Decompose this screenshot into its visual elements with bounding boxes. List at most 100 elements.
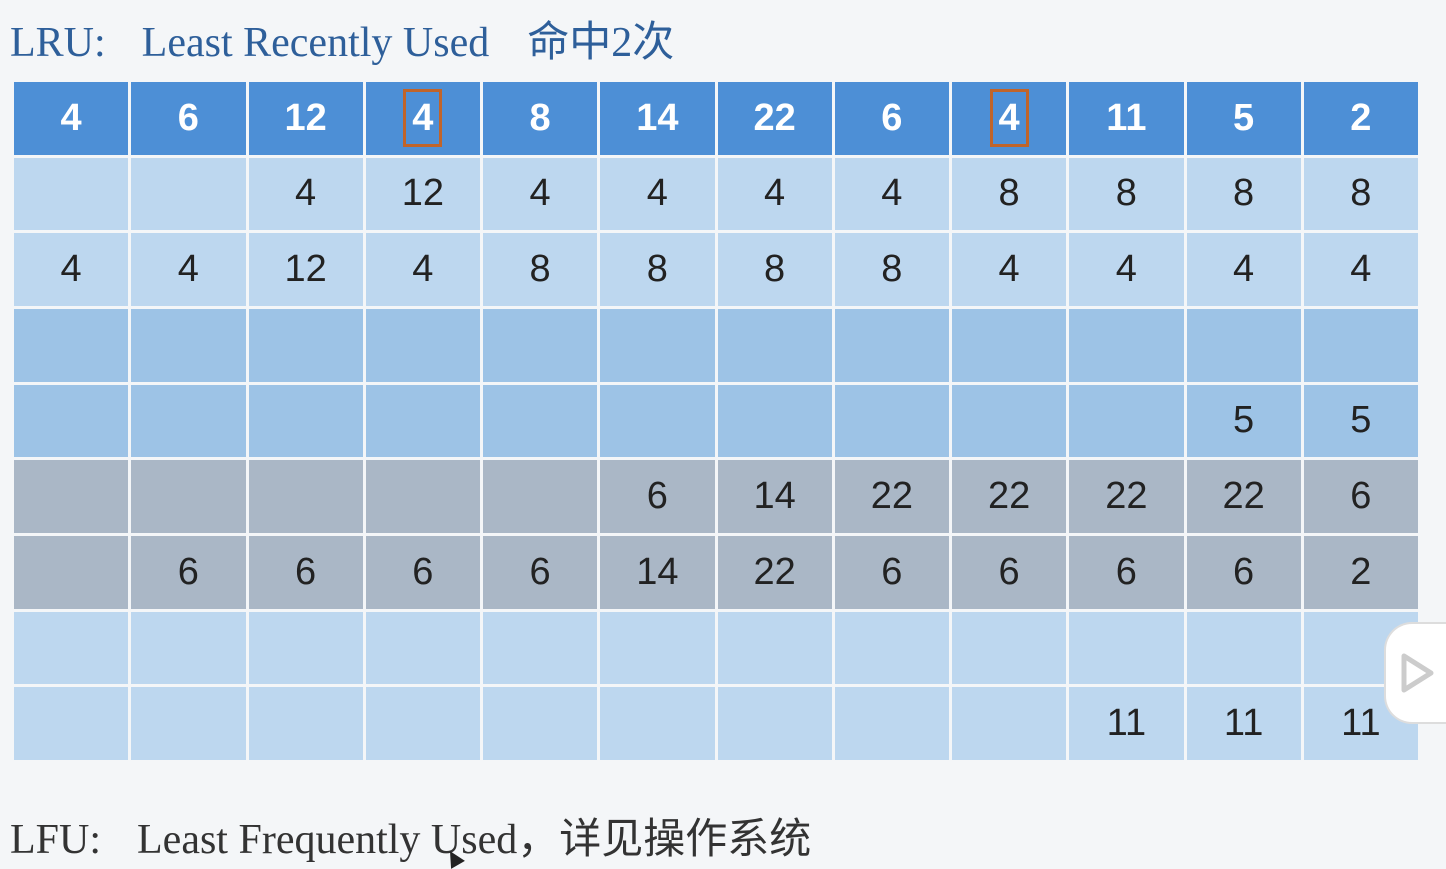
header-value: 12 (284, 96, 327, 139)
table-cell (1069, 384, 1184, 458)
table-cell: 8 (952, 157, 1067, 231)
table-cell: 6 (365, 535, 480, 609)
table-cell (248, 611, 363, 685)
table-cell (131, 460, 246, 533)
table-cell (131, 157, 246, 231)
table-cell (600, 308, 715, 382)
header-cell: 22 (717, 82, 832, 155)
table-cell (483, 384, 598, 458)
table-cell (1303, 308, 1418, 382)
table-cell: 4 (248, 157, 363, 231)
header-value: 2 (1350, 96, 1372, 139)
table-cell: 4 (483, 157, 598, 231)
table-cell (1186, 308, 1301, 382)
table-cell (131, 308, 246, 382)
table-cell (14, 460, 129, 533)
table-cell: 5 (1303, 384, 1418, 458)
table-cell (483, 687, 598, 760)
table-cell: 4 (717, 157, 832, 231)
header-cell: 6 (834, 82, 949, 155)
table-cell: 6 (483, 535, 598, 609)
table-cell (834, 308, 949, 382)
table-cell: 6 (1303, 460, 1418, 533)
table-cell: 22 (1186, 460, 1301, 533)
header-value: 4 (60, 96, 82, 139)
table-cell (483, 308, 598, 382)
table-cell (14, 687, 129, 760)
table-cell: 4 (952, 233, 1067, 306)
table-cell (14, 157, 129, 231)
table-cell (952, 611, 1067, 685)
table-cell (717, 611, 832, 685)
header-cell: 6 (131, 82, 246, 155)
table-cell: 6 (1069, 535, 1184, 609)
table-cell (483, 611, 598, 685)
table-cell: 6 (248, 535, 363, 609)
lru-title: LRU: Least Recently Used 命中2次 (10, 8, 674, 69)
table-cell: 5 (1186, 384, 1301, 458)
table-cell (365, 611, 480, 685)
table-cell: 6 (600, 460, 715, 533)
table-cell: 11 (1186, 687, 1301, 760)
table-cell (14, 611, 129, 685)
table-cell (14, 535, 129, 609)
hit-highlight-value: 4 (403, 89, 443, 148)
lru-full-name: Least Recently Used (141, 20, 490, 66)
table-cell: 8 (717, 233, 832, 306)
header-value: 6 (881, 96, 903, 139)
header-cell: 4 (14, 82, 129, 155)
table-cell: 4 (600, 157, 715, 231)
table-cell (248, 384, 363, 458)
table-cell (1069, 611, 1184, 685)
table-cell (717, 308, 832, 382)
header-cell: 4 (365, 82, 480, 155)
table-cell: 6 (834, 535, 949, 609)
table-cell: 4 (1186, 233, 1301, 306)
table-cell (248, 687, 363, 760)
header-cell: 5 (1186, 82, 1301, 155)
header-cell: 4 (952, 82, 1067, 155)
header-cell: 2 (1303, 82, 1418, 155)
table-cell (1069, 308, 1184, 382)
table-cell (365, 460, 480, 533)
table-cell: 11 (1069, 687, 1184, 760)
table-cell: 8 (1303, 157, 1418, 231)
table-cell (483, 460, 598, 533)
table-cell (834, 611, 949, 685)
table-cell (131, 384, 246, 458)
lfu-caption: LFU: Least Frequently Used，详见操作系统 (10, 805, 811, 866)
table-cell: 4 (14, 233, 129, 306)
table-cell (365, 384, 480, 458)
table-cell: 8 (834, 233, 949, 306)
table-cell (365, 687, 480, 760)
header-value: 11 (1106, 96, 1147, 139)
header-cell: 8 (483, 82, 598, 155)
table-cell (14, 308, 129, 382)
table-cell: 4 (365, 233, 480, 306)
table-cell (834, 687, 949, 760)
hit-highlight-value: 4 (989, 89, 1029, 148)
lfu-text: Least Frequently Used，详见操作系统 (137, 817, 812, 863)
table-cell: 4 (834, 157, 949, 231)
table-cell: 22 (1069, 460, 1184, 533)
table-cell (600, 384, 715, 458)
table-cell (717, 384, 832, 458)
header-value: 8 (529, 96, 551, 139)
table-cell (248, 308, 363, 382)
header-value: 14 (636, 96, 679, 139)
table-cell: 4 (1303, 233, 1418, 306)
table-cell: 22 (834, 460, 949, 533)
play-button[interactable] (1384, 622, 1446, 724)
table-cell (952, 687, 1067, 760)
header-value: 5 (1233, 96, 1255, 139)
table-cell: 14 (717, 460, 832, 533)
cache-table: 4 6 12 4 8 14 22 6 4 11 5 2 4 12 4 4 4 4 8 8 8 8 4 4 12 4 8 8 8 8 4 4 4 4… (14, 82, 1418, 760)
table-cell: 2 (1303, 535, 1418, 609)
table-cell (952, 308, 1067, 382)
table-cell (131, 687, 246, 760)
table-cell (600, 611, 715, 685)
table-cell: 22 (952, 460, 1067, 533)
table-cell: 8 (483, 233, 598, 306)
table-cell: 14 (600, 535, 715, 609)
lfu-abbr: LFU: (10, 817, 102, 863)
